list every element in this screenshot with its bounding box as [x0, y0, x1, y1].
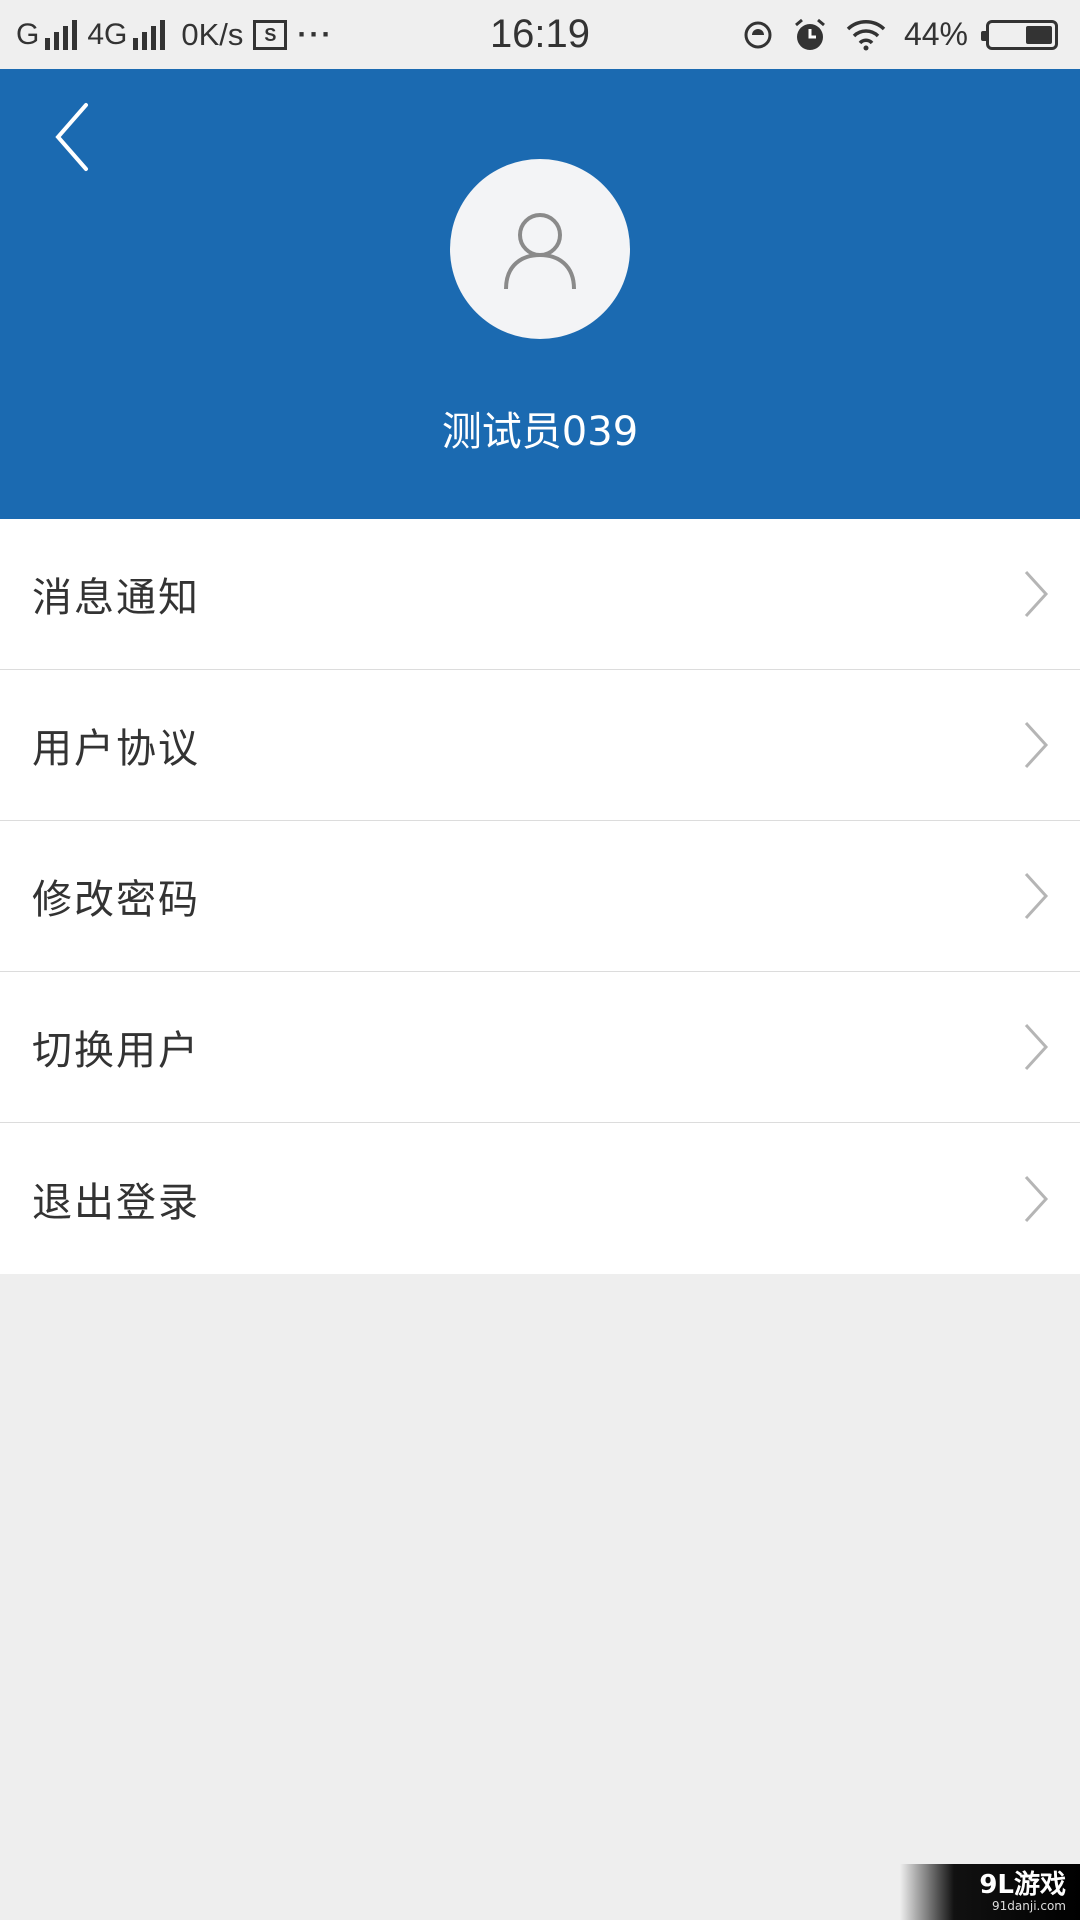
- watermark-logo: 9L游戏: [979, 1870, 1066, 1900]
- alarm-icon: [794, 18, 825, 50]
- network-2: 4G: [87, 17, 166, 52]
- more-notifications-icon: ···: [297, 17, 334, 51]
- network-1-label: G: [16, 17, 40, 51]
- battery-fill: [1025, 25, 1052, 44]
- menu-item-label: 修改密码: [32, 877, 200, 923]
- chevron-right-icon: [1024, 570, 1049, 618]
- menu-item-change-password[interactable]: 修改密码: [0, 821, 1080, 972]
- chevron-right-icon: [1024, 872, 1049, 920]
- menu-item-label: 用户协议: [32, 726, 200, 772]
- settings-menu: 消息通知 用户协议 修改密码 切换用户 退出登录: [0, 519, 1080, 1274]
- status-bar: G 4G 0K/s S ··· 16:19 44%: [0, 0, 1080, 69]
- menu-item-notifications[interactable]: 消息通知: [0, 519, 1080, 670]
- menu-item-user-agreement[interactable]: 用户协议: [0, 670, 1080, 821]
- menu-item-switch-user[interactable]: 切换用户: [0, 972, 1080, 1123]
- chevron-right-icon: [1024, 721, 1049, 769]
- battery-icon: [981, 19, 1058, 50]
- chevron-right-icon: [1024, 1023, 1049, 1071]
- menu-item-label: 切换用户: [32, 1028, 200, 1074]
- rotation-lock-icon: [744, 21, 772, 48]
- menu-item-label: 退出登录: [32, 1179, 200, 1226]
- menu-item-label: 消息通知: [32, 575, 200, 621]
- network-2-label: 4G: [87, 17, 128, 51]
- back-button[interactable]: [44, 97, 114, 177]
- menu-item-logout[interactable]: 退出登录: [0, 1123, 1080, 1274]
- watermark: 9L游戏 91danji.com: [900, 1864, 1080, 1920]
- status-left: G 4G 0K/s S ···: [16, 0, 333, 69]
- signal-1-icon: [45, 19, 78, 50]
- user-icon: [504, 213, 576, 290]
- battery-percent: 44%: [903, 16, 968, 52]
- screen: G 4G 0K/s S ··· 16:19 44% 测试员039 消息通知 用户…: [0, 0, 1080, 1920]
- profile-header: 测试员039: [0, 69, 1080, 519]
- avatar[interactable]: [450, 159, 630, 339]
- status-right: 44%: [742, 0, 1058, 69]
- network-speed: 0K/s: [181, 16, 244, 52]
- watermark-url: 91danji.com: [992, 1899, 1066, 1913]
- wifi-icon: [846, 19, 886, 50]
- chevron-left-icon: [55, 103, 88, 171]
- network-1: G: [16, 17, 78, 52]
- signal-2-icon: [133, 19, 166, 50]
- screenshot-icon: S: [253, 19, 288, 50]
- username: 测试员039: [441, 409, 639, 455]
- chevron-right-icon: [1024, 1175, 1049, 1222]
